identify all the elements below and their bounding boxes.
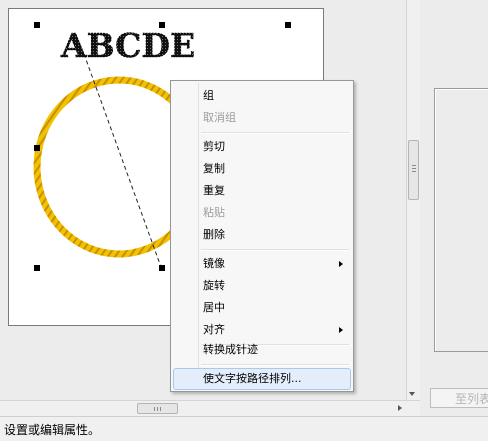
- menu-separator: [201, 132, 349, 134]
- menu-item-label: 重复: [203, 184, 225, 197]
- panel-list-box[interactable]: [434, 88, 488, 352]
- selection-handle-bottom-middle[interactable]: [159, 265, 165, 271]
- status-text: 设置或编辑属性。: [4, 423, 101, 437]
- horizontal-scrollbar[interactable]: [0, 400, 420, 417]
- menu-item-center[interactable]: 居中: [173, 297, 351, 319]
- scroll-right-arrow-icon[interactable]: [398, 405, 402, 411]
- selection-handle-top-right[interactable]: [285, 22, 291, 28]
- menu-item-group[interactable]: 组: [173, 85, 351, 107]
- menu-item-fit-text-to-path[interactable]: 使文字按路径排列...: [173, 368, 351, 390]
- menu-item-label: 组: [203, 89, 214, 102]
- vertical-scrollbar[interactable]: [406, 0, 421, 400]
- menu-item-label: 对齐: [203, 323, 225, 336]
- status-bar: 设置或编辑属性。: [0, 416, 488, 441]
- selection-handle-top-left[interactable]: [34, 22, 40, 28]
- text-object[interactable]: ABCDE: [60, 26, 196, 66]
- menu-item-label: 镜像: [203, 257, 225, 270]
- menu-item-label: 粘贴: [203, 206, 225, 219]
- selection-handle-bottom-left[interactable]: [34, 265, 40, 271]
- right-side-panel: 至列表: [420, 0, 488, 416]
- menu-separator: [201, 249, 349, 251]
- menu-item-rotate[interactable]: 旋转: [173, 275, 351, 297]
- menu-item-label: 取消组: [203, 111, 236, 124]
- menu-item-convert-to-stitches[interactable]: 转换成针迹: [173, 339, 351, 361]
- menu-item-align[interactable]: 对齐: [173, 319, 351, 341]
- vertical-scroll-thumb[interactable]: [408, 140, 419, 200]
- menu-item-paste[interactable]: 粘贴: [173, 202, 351, 224]
- menu-item-cut[interactable]: 剪切: [173, 136, 351, 158]
- to-list-button[interactable]: 至列表: [430, 388, 488, 408]
- menu-item-duplicate[interactable]: 重复: [173, 180, 351, 202]
- menu-item-copy[interactable]: 复制: [173, 158, 351, 180]
- scroll-down-arrow-icon[interactable]: [409, 392, 415, 396]
- menu-item-label: 转换成针迹: [203, 343, 258, 356]
- menu-item-label: 使文字按路径排列...: [203, 372, 302, 385]
- menu-item-mirror[interactable]: 镜像: [173, 253, 351, 275]
- menu-item-label: 旋转: [203, 279, 225, 292]
- menu-item-delete[interactable]: 删除: [173, 224, 351, 246]
- menu-item-label: 剪切: [203, 140, 225, 153]
- context-menu[interactable]: 组 取消组 剪切 复制 重复 粘贴 删除 镜像 旋转 居中 对齐 转换成针迹 使…: [170, 80, 354, 392]
- selection-handle-middle-left[interactable]: [34, 145, 40, 151]
- menu-item-label: 删除: [203, 228, 225, 241]
- grip-icon: [154, 407, 155, 411]
- submenu-arrow-icon: [339, 261, 343, 267]
- menu-separator: [201, 364, 349, 366]
- menu-item-ungroup[interactable]: 取消组: [173, 107, 351, 129]
- submenu-arrow-icon: [339, 327, 343, 333]
- selection-handle-top-middle[interactable]: [159, 22, 165, 28]
- grip-icon: [412, 165, 416, 166]
- horizontal-scroll-thumb[interactable]: [137, 403, 178, 414]
- menu-item-label: 居中: [203, 301, 225, 314]
- menu-item-label: 复制: [203, 162, 225, 175]
